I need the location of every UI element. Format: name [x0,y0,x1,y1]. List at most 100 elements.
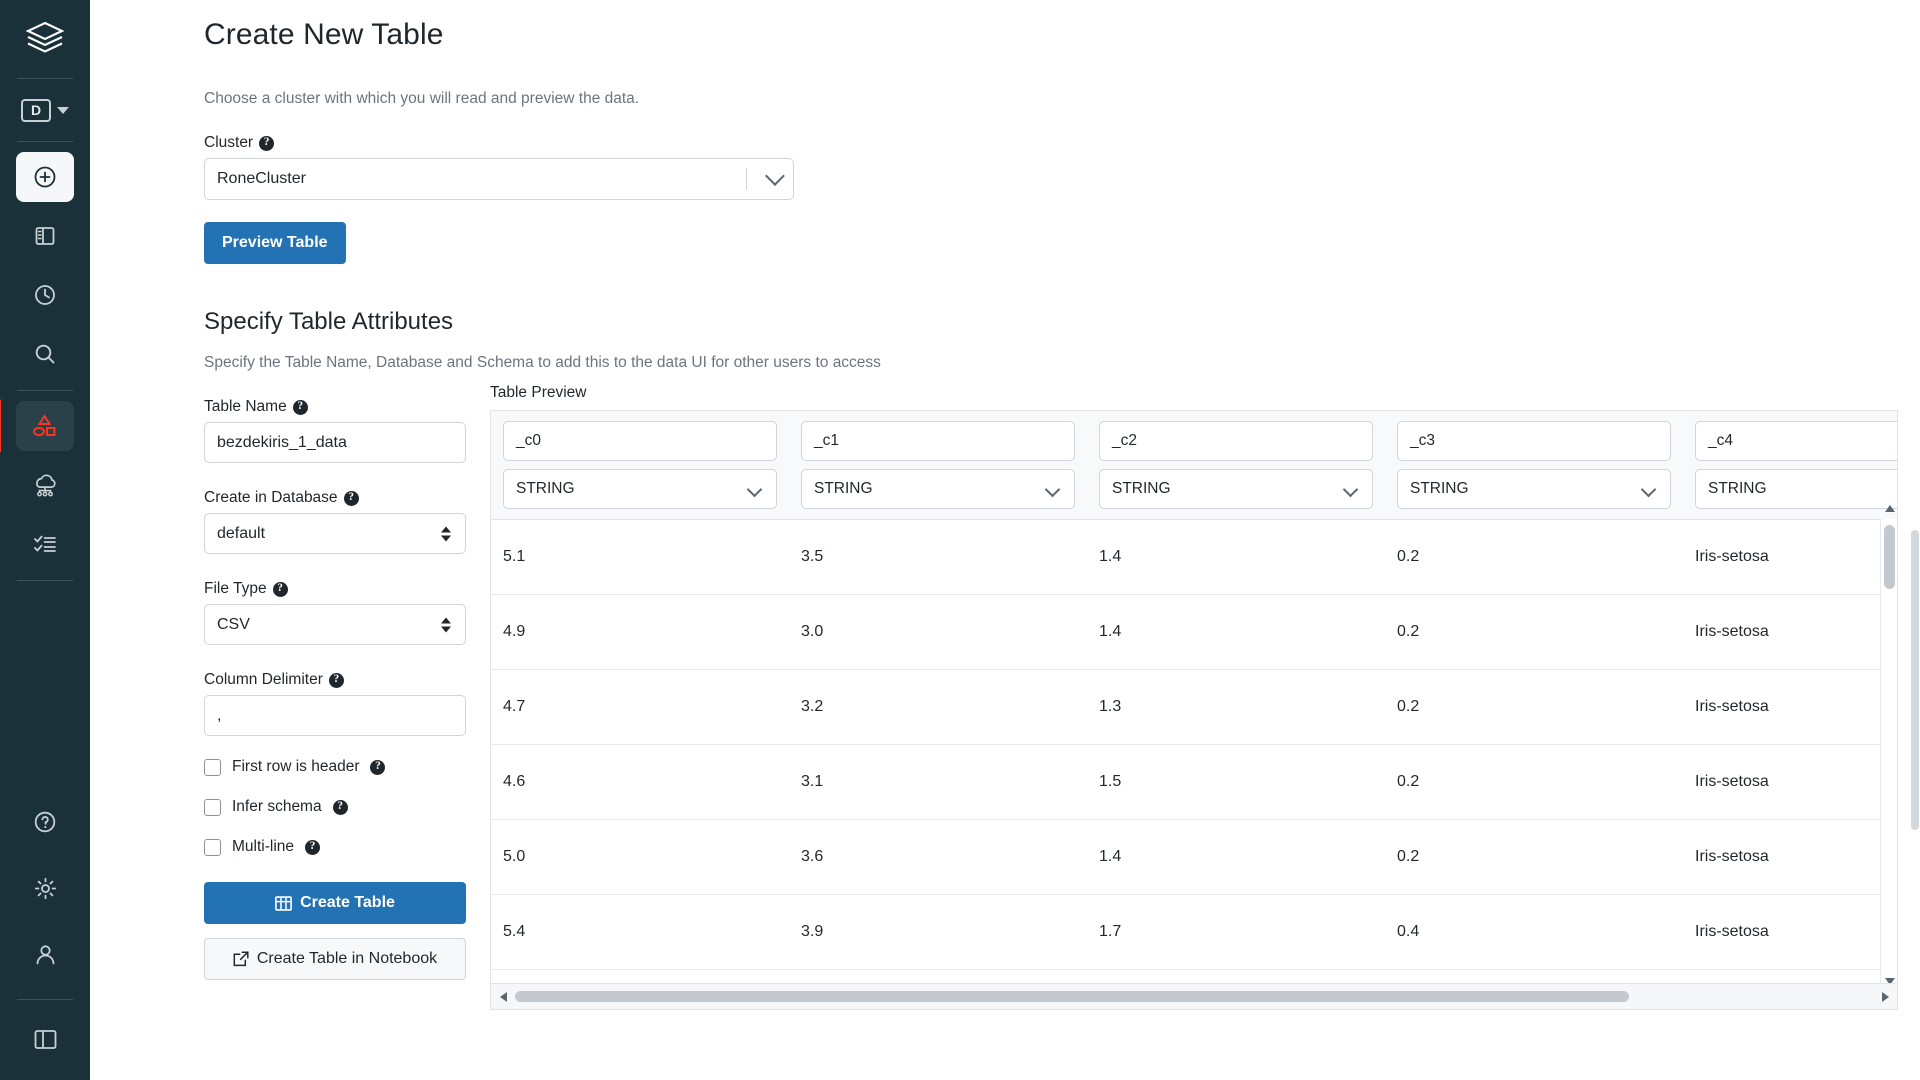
databricks-logo[interactable] [0,0,90,78]
section-title: Specify Table Attributes [204,308,454,335]
sidebar-item-compute[interactable] [16,460,74,510]
create-table-notebook-button[interactable]: Create Table in Notebook [204,938,466,980]
sidebar-item-account[interactable] [16,929,74,979]
sidebar: D [0,0,90,1080]
preview-column-type-select[interactable]: STRING [503,469,777,509]
table-preview-title: Table Preview [490,384,587,401]
preview-column-name-input[interactable]: _c4 [1695,421,1897,461]
sidebar-toggle-icon [34,1029,56,1049]
multiline-checkbox[interactable] [204,838,221,856]
help-icon[interactable]: ? [343,490,359,506]
table-cell: 0.2 [1397,548,1420,565]
sidebar-item-panel-toggle[interactable] [16,1014,74,1064]
chevron-down-icon [1044,481,1061,498]
table-cell: Iris-setosa [1695,698,1769,715]
help-icon[interactable]: ? [292,399,308,415]
infer-schema-checkbox-row[interactable]: Infer schema ? [204,798,466,816]
preview-column-type-value: STRING [1410,480,1469,497]
table-row: 4.9 3.0 1.4 0.2 Iris-setosa [491,595,1897,670]
help-icon[interactable]: ? [272,581,288,597]
page-scroll-thumb[interactable] [1911,530,1919,830]
database-select[interactable]: default [204,513,466,554]
table-cell: 3.1 [801,773,824,790]
table-cell: 3.2 [801,698,824,715]
preview-column-type-value: STRING [1708,480,1767,497]
preview-column-2: _c2 STRING [1087,421,1385,509]
sidebar-item-workspace[interactable] [16,211,74,261]
person-icon [36,944,54,964]
table-cell: 1.4 [1099,848,1122,865]
chevron-down-icon [1342,481,1359,498]
page-subtitle: Choose a cluster with which you will rea… [204,90,640,107]
scroll-right-arrow-icon[interactable] [1873,991,1897,1002]
help-icon[interactable]: ? [328,672,344,688]
database-select-value: default [217,524,266,542]
sidebar-item-settings[interactable] [16,863,74,913]
table-cell: 5.1 [503,548,526,565]
scroll-left-arrow-icon[interactable] [491,991,515,1002]
preview-vertical-scrollbar[interactable] [1880,505,1897,985]
sidebar-item-help[interactable] [16,797,74,847]
first-row-header-checkbox-row[interactable]: First row is header ? [204,758,466,776]
horizontal-scroll-track[interactable] [515,991,1873,1002]
help-icon[interactable]: ? [259,135,275,151]
preview-column-type-value: STRING [814,480,873,497]
table-preview-panel: Table Preview _c0 STRING _c1 STRING _c2 STRIN… [466,384,1920,1010]
preview-column-name-input[interactable]: _c3 [1397,421,1671,461]
help-icon[interactable]: ? [305,839,321,855]
table-cell: 4.9 [503,623,526,640]
chevron-down-icon [765,166,785,186]
create-table-button[interactable]: Create Table [204,882,466,924]
file-type-label-text: File Type [204,580,267,597]
table-name-input[interactable]: bezdekiris_1_data [204,422,466,463]
workspace-switcher[interactable]: D [0,79,90,141]
table-cell: 0.2 [1397,698,1420,715]
chevron-down-icon [57,106,69,114]
multiline-checkbox-row[interactable]: Multi-line ? [204,838,466,856]
cluster-select[interactable]: RoneCluster [204,158,794,200]
stepper-arrows-icon [441,617,451,632]
page-vertical-scrollbar[interactable] [1910,0,1920,1080]
clock-icon [35,285,55,305]
database-label: Create in Database ? [204,489,466,507]
horizontal-scroll-thumb[interactable] [515,991,1629,1002]
sidebar-bottom-nav [0,797,90,1080]
question-circle-icon [34,811,56,833]
table-name-label-text: Table Name [204,398,287,415]
preview-column-name-input[interactable]: _c2 [1099,421,1373,461]
preview-column-0: _c0 STRING [491,421,789,509]
scroll-up-arrow-icon[interactable] [1885,505,1895,512]
first-row-header-checkbox[interactable] [204,758,221,776]
preview-column-type-select[interactable]: STRING [801,469,1075,509]
preview-column-type-select[interactable]: STRING [1695,469,1897,509]
preview-horizontal-scrollbar[interactable] [491,983,1897,1009]
clusters-icon [36,474,56,497]
help-icon[interactable]: ? [332,799,348,815]
shapes-icon [33,414,56,437]
sidebar-item-new[interactable] [16,152,74,202]
file-type-label: File Type ? [204,580,466,598]
sidebar-divider-low [17,580,73,581]
first-row-header-label: First row is header [232,758,360,775]
table-cell: 0.2 [1397,848,1420,865]
vertical-scroll-thumb[interactable] [1884,525,1895,589]
preview-table-button[interactable]: Preview Table [204,222,346,264]
cluster-label-text: Cluster [204,134,254,151]
sidebar-item-data[interactable] [0,399,74,453]
table-cell: 4.6 [503,773,526,790]
delimiter-label: Column Delimiter ? [204,671,466,689]
help-icon[interactable]: ? [370,759,386,775]
table-cell: 5.0 [503,848,526,865]
sidebar-divider-mid [17,390,73,391]
preview-column-type-select[interactable]: STRING [1397,469,1671,509]
create-table-button-label: Create Table [300,894,395,911]
file-type-select[interactable]: CSV [204,604,466,645]
sidebar-item-search[interactable] [16,329,74,379]
infer-schema-checkbox[interactable] [204,798,221,816]
delimiter-input[interactable]: , [204,695,466,736]
sidebar-item-recents[interactable] [16,270,74,320]
preview-column-name-input[interactable]: _c1 [801,421,1075,461]
preview-column-type-select[interactable]: STRING [1099,469,1373,509]
preview-column-name-input[interactable]: _c0 [503,421,777,461]
sidebar-item-jobs[interactable] [16,519,74,569]
